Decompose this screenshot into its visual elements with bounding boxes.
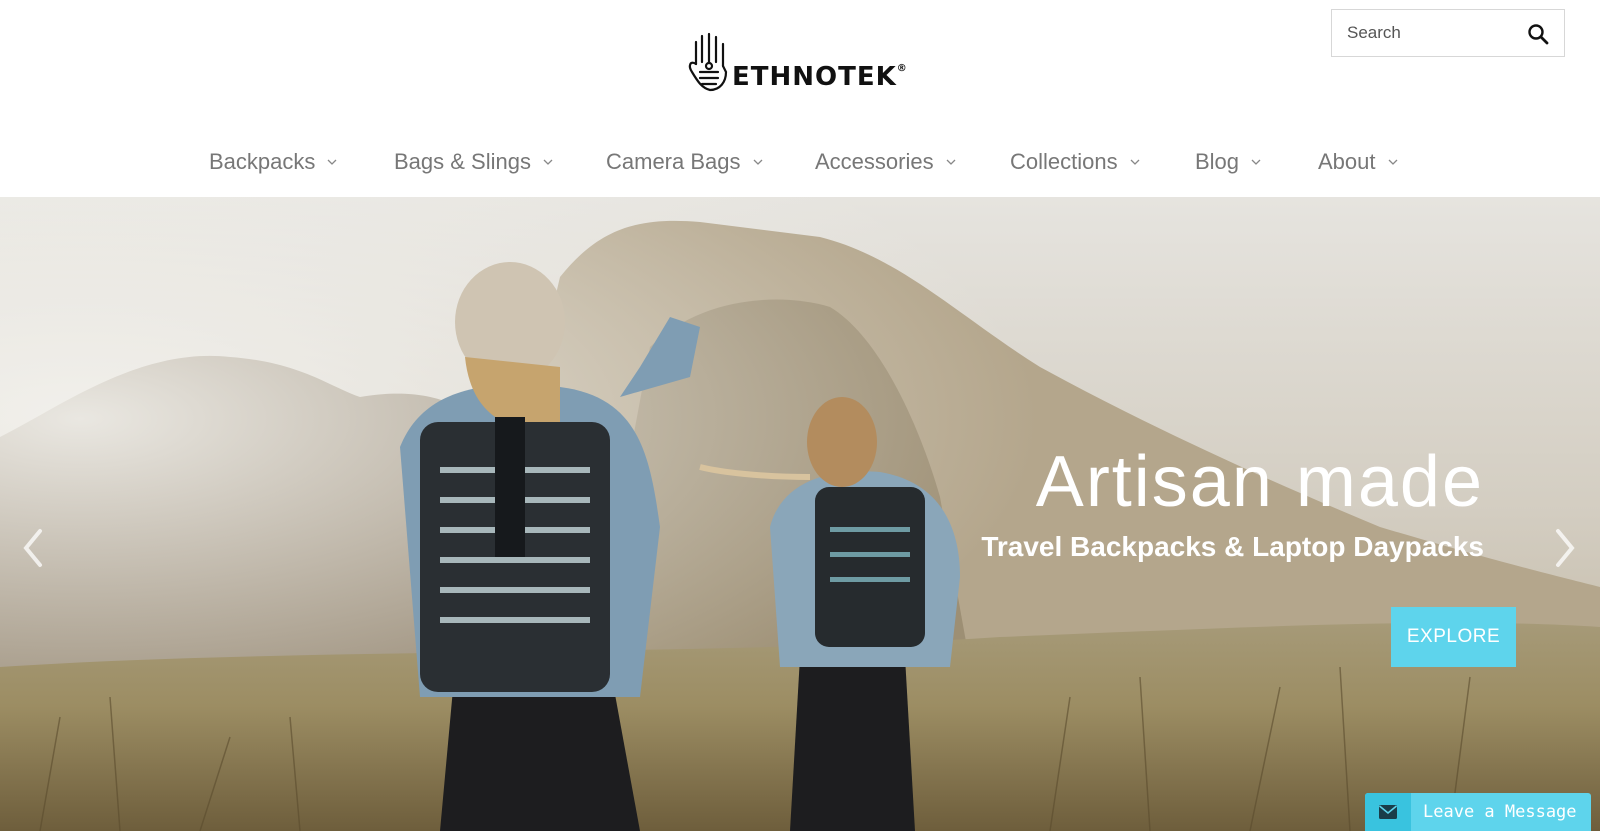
nav-item-collections[interactable]: Collections [1010, 140, 1140, 184]
registered-mark: ® [896, 63, 908, 74]
nav-item-label: Backpacks [209, 149, 316, 174]
main-nav: Backpacks Bags & Slings Camera Bags Acce… [0, 140, 1600, 184]
brand-name: ETHNOTEK® [732, 62, 908, 92]
site-header: ETHNOTEK® Backpacks Bags & Slings Camera… [0, 0, 1600, 197]
slider-prev-icon[interactable] [18, 523, 48, 573]
nav-item-accessories[interactable]: Accessories [815, 140, 956, 184]
nav-item-about[interactable]: About [1318, 140, 1398, 184]
nav-item-camera-bags[interactable]: Camera Bags [606, 140, 763, 184]
hero-slider: Artisan made Travel Backpacks & Laptop D… [0, 197, 1600, 831]
hand-logo-icon [688, 32, 728, 92]
search-box [1331, 9, 1565, 57]
nav-item-label: About [1318, 149, 1376, 174]
nav-item-backpacks[interactable]: Backpacks [209, 140, 337, 184]
nav-item-label: Collections [1010, 149, 1118, 174]
nav-item-label: Camera Bags [606, 149, 741, 174]
chevron-down-icon [1251, 159, 1261, 165]
chevron-down-icon [1130, 159, 1140, 165]
search-icon[interactable] [1526, 22, 1550, 46]
nav-item-label: Bags & Slings [394, 149, 531, 174]
mail-icon [1365, 793, 1411, 831]
nav-item-label: Accessories [815, 149, 934, 174]
chevron-down-icon [753, 159, 762, 165]
chevron-down-icon [543, 159, 553, 165]
hero-subtitle: Travel Backpacks & Laptop Daypacks [981, 531, 1484, 562]
chevron-down-icon [1388, 159, 1397, 165]
nav-item-label: Blog [1195, 149, 1240, 174]
leave-message-button[interactable]: Leave a Message [1365, 793, 1591, 831]
leave-message-label: Leave a Message [1423, 802, 1577, 822]
search-input[interactable] [1347, 23, 1517, 43]
nav-item-blog[interactable]: Blog [1195, 140, 1261, 184]
brand-logo[interactable]: ETHNOTEK® [686, 26, 916, 96]
nav-item-bags-slings[interactable]: Bags & Slings [394, 140, 553, 184]
hero-title: Artisan made [1035, 442, 1484, 522]
explore-button[interactable]: EXPLORE [1391, 607, 1516, 667]
slider-next-icon[interactable] [1550, 523, 1580, 573]
chevron-down-icon [327, 159, 337, 165]
chevron-down-icon [946, 159, 956, 165]
